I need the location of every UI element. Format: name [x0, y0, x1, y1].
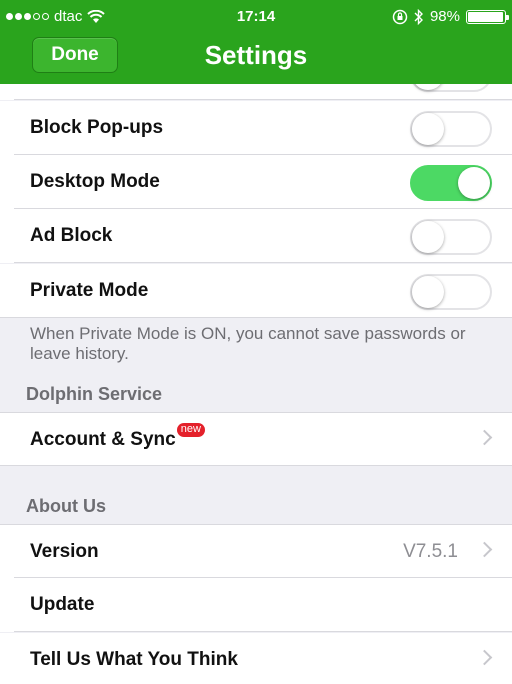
bluetooth-icon — [414, 8, 423, 25]
settings-row-update[interactable]: Update — [0, 578, 512, 632]
block-popups-label: Block Pop-ups — [30, 117, 164, 138]
version-value: V7.5.1 — [403, 541, 458, 562]
settings-row-desktop-mode: Desktop Mode — [0, 155, 512, 209]
settings-row-version[interactable]: Version V7.5.1 — [0, 524, 512, 578]
settings-list[interactable]: Block Pop-ups Desktop Mode Ad Block Priv… — [0, 84, 512, 684]
chevron-right-icon — [476, 429, 493, 446]
settings-row-account-sync[interactable]: Account & Sync new — [0, 412, 512, 466]
settings-row-partial — [0, 84, 512, 100]
block-popups-toggle[interactable] — [410, 111, 492, 147]
version-label: Version — [30, 541, 99, 562]
private-mode-label: Private Mode — [30, 280, 149, 301]
rotation-lock-icon — [392, 9, 408, 24]
section-header-about-us: About Us — [26, 496, 106, 516]
status-bar: dtac 17:14 98% — [0, 0, 512, 32]
battery-icon — [466, 9, 509, 24]
partial-row-toggle[interactable] — [410, 84, 492, 92]
ad-block-toggle[interactable] — [410, 219, 492, 255]
desktop-mode-toggle[interactable] — [410, 165, 492, 201]
status-right: 98% — [392, 8, 509, 25]
private-mode-toggle[interactable] — [410, 274, 492, 310]
battery-percent: 98% — [429, 8, 460, 25]
settings-row-ad-block: Ad Block — [0, 209, 512, 263]
settings-row-private-mode: Private Mode — [0, 264, 512, 318]
chevron-right-icon — [476, 541, 493, 558]
account-sync-text: Account & Sync — [30, 429, 176, 450]
navigation-bar: Done Settings — [0, 32, 512, 84]
desktop-mode-label: Desktop Mode — [30, 171, 160, 192]
private-mode-footnote: When Private Mode is ON, you cannot save… — [30, 324, 466, 363]
account-sync-label: Account & Sync new — [30, 413, 205, 467]
ad-block-label: Ad Block — [30, 225, 113, 246]
settings-row-feedback[interactable]: Tell Us What You Think — [0, 633, 512, 684]
section-header-dolphin-service: Dolphin Service — [26, 384, 163, 404]
settings-row-block-popups: Block Pop-ups — [0, 101, 512, 155]
chevron-right-icon — [476, 649, 493, 666]
feedback-label: Tell Us What You Think — [30, 649, 238, 670]
update-label: Update — [30, 594, 95, 615]
page-title: Settings — [204, 40, 308, 70]
new-badge: new — [176, 423, 205, 437]
